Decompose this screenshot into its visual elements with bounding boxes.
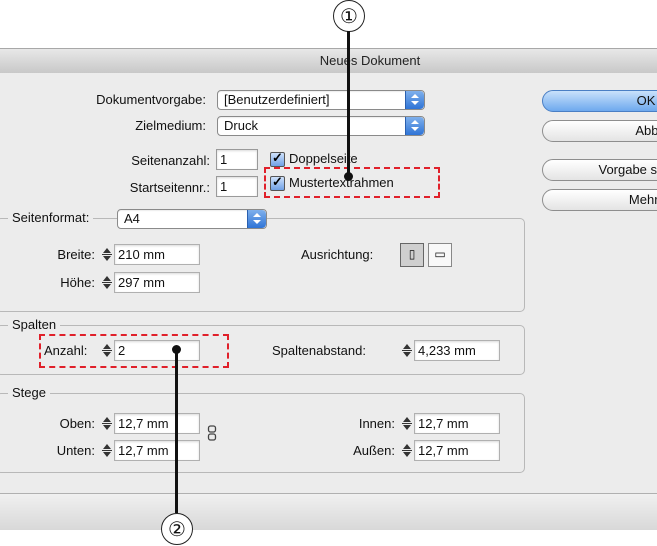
title-bar: Neues Dokument	[0, 48, 657, 74]
height-label: Höhe:	[60, 275, 95, 290]
inside-margin-value: 12,7 mm	[418, 416, 469, 431]
highlight-box-1	[264, 167, 440, 198]
page-size-select[interactable]: A4	[117, 209, 267, 229]
inside-margin-label: Innen:	[358, 416, 395, 431]
landscape-icon[interactable]: ▭	[428, 243, 452, 267]
width-field[interactable]: 210 mm	[114, 244, 200, 265]
gutter-label: Spaltenabstand:	[272, 343, 366, 358]
bottom-margin-field[interactable]: 12,7 mm	[114, 440, 200, 461]
preset-label: Dokumentvorgabe:	[96, 92, 206, 107]
pages-field[interactable]: 1	[216, 149, 258, 170]
facing-pages-checkbox[interactable]: ✓	[270, 150, 285, 167]
cancel-label: Abbrec	[635, 123, 657, 138]
ok-label: OK	[636, 93, 656, 108]
height-stepper-icon[interactable]	[102, 275, 112, 291]
width-label: Breite:	[57, 247, 95, 262]
page-size-value: A4	[124, 211, 140, 226]
height-value: 297 mm	[118, 275, 165, 290]
intent-value: Druck	[224, 118, 258, 133]
gutter-field[interactable]: 4,233 mm	[414, 340, 500, 361]
window-title: Neues Dokument	[319, 53, 421, 68]
gutter-value: 4,233 mm	[418, 343, 476, 358]
bottom-margin-value: 12,7 mm	[118, 443, 169, 458]
select-arrows-icon	[247, 210, 266, 228]
pages-label: Seitenanzahl:	[131, 153, 210, 168]
select-arrows-icon	[405, 117, 424, 135]
save-preset-button[interactable]: Vorgabe spe	[542, 159, 657, 181]
page-size-title: Seitenformat:	[8, 210, 94, 225]
checkmark-icon: ✓	[272, 150, 283, 165]
bottom-margin-stepper-icon[interactable]	[102, 443, 112, 459]
margins-title: Stege	[8, 385, 50, 400]
start-page-field[interactable]: 1	[216, 176, 258, 197]
callout-1: ①	[333, 0, 365, 32]
portrait-icon[interactable]: ▯	[400, 243, 424, 267]
save-preset-label: Vorgabe spe	[598, 162, 657, 177]
gutter-stepper-icon[interactable]	[402, 343, 412, 359]
callout-2-line	[175, 350, 178, 513]
bottom-margin-label: Unten:	[56, 443, 95, 458]
more-options-button[interactable]: Mehr Opt	[542, 189, 657, 211]
columns-title: Spalten	[8, 317, 61, 332]
preset-select[interactable]: [Benutzerdefiniert]	[217, 90, 425, 110]
height-field[interactable]: 297 mm	[114, 272, 200, 293]
ok-button[interactable]: OK	[542, 90, 657, 112]
select-arrows-icon	[405, 91, 424, 109]
start-page-value: 1	[220, 179, 228, 194]
outside-margin-value: 12,7 mm	[418, 443, 469, 458]
highlight-box-2	[39, 334, 229, 368]
intent-select[interactable]: Druck	[217, 116, 425, 136]
top-margin-label: Oben:	[59, 416, 95, 431]
callout-1-number: ①	[340, 6, 358, 28]
callout-2: ②	[161, 513, 193, 545]
cancel-button[interactable]: Abbrec	[542, 120, 657, 142]
callout-2-number: ②	[168, 519, 186, 541]
outside-margin-stepper-icon[interactable]	[402, 443, 412, 459]
callout-1-line	[347, 31, 350, 175]
inside-margin-field[interactable]: 12,7 mm	[414, 413, 500, 434]
outside-margin-field[interactable]: 12,7 mm	[414, 440, 500, 461]
outside-margin-label: Außen:	[353, 443, 395, 458]
chain-link-icon[interactable]	[207, 425, 217, 441]
inside-margin-stepper-icon[interactable]	[402, 416, 412, 432]
width-value: 210 mm	[118, 247, 165, 262]
width-stepper-icon[interactable]	[102, 247, 112, 263]
top-margin-field[interactable]: 12,7 mm	[114, 413, 200, 434]
top-margin-stepper-icon[interactable]	[102, 416, 112, 432]
callout-2-dot	[172, 345, 181, 354]
pages-value: 1	[220, 152, 228, 167]
top-margin-value: 12,7 mm	[118, 416, 169, 431]
callout-1-dot	[344, 172, 353, 181]
more-options-label: Mehr Opt	[628, 192, 657, 207]
preset-value: [Benutzerdefiniert]	[224, 92, 330, 107]
intent-label: Zielmedium:	[135, 118, 206, 133]
start-page-label: Startseitennr.:	[129, 180, 210, 195]
dialog-bottom-bar	[0, 493, 657, 530]
orientation-label: Ausrichtung:	[301, 247, 374, 262]
